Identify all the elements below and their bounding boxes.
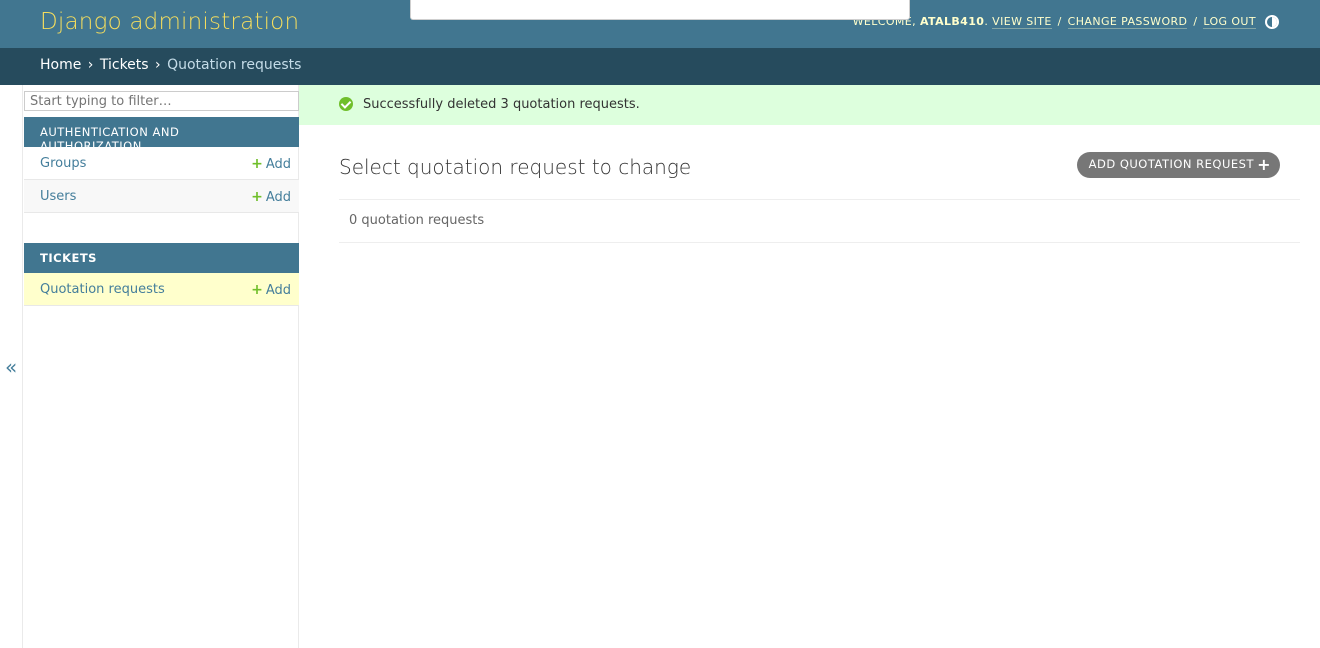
success-message: Successfully deleted 3 quotation request…	[299, 85, 1320, 125]
contrast-icon[interactable]	[1265, 15, 1279, 29]
sidebar-collapse-button[interactable]: «	[5, 355, 17, 379]
sidebar-item-quotation-requests: Quotation requests + Add	[24, 273, 299, 306]
add-quotation-requests-link[interactable]: + Add	[251, 282, 291, 298]
module-caption-tickets[interactable]: TICKETS	[24, 243, 299, 273]
sidebar-item-users: Users + Add	[24, 180, 299, 213]
model-link-users[interactable]: Users	[40, 189, 76, 204]
sidebar-item-groups: Groups + Add	[24, 147, 299, 180]
site-title[interactable]: Django administration	[40, 9, 299, 35]
add-groups-link[interactable]: + Add	[251, 156, 291, 172]
username: ATALB410	[919, 15, 985, 28]
plus-icon: +	[251, 189, 263, 205]
breadcrumb-home[interactable]: Home	[40, 57, 81, 73]
module-caption-auth[interactable]: AUTHENTICATION AND AUTHORIZATION	[24, 117, 299, 153]
page-title: Select quotation request to change	[339, 155, 692, 179]
plus-icon: +	[251, 156, 263, 172]
log-out-link[interactable]: LOG OUT	[1203, 15, 1256, 29]
plus-icon: +	[251, 282, 263, 298]
add-quotation-request-button[interactable]: ADD QUOTATION REQUEST +	[1076, 152, 1280, 178]
overlay-panel	[410, 0, 910, 20]
result-count: 0 quotation requests	[339, 199, 1300, 243]
plus-icon: +	[1257, 155, 1271, 174]
change-password-link[interactable]: CHANGE PASSWORD	[1067, 15, 1188, 29]
add-users-link[interactable]: + Add	[251, 189, 291, 205]
check-circle-icon	[339, 97, 353, 111]
breadcrumb-tickets[interactable]: Tickets	[100, 57, 149, 73]
nav-sidebar: AUTHENTICATION AND AUTHORIZATION Groups …	[22, 85, 299, 648]
nav-filter-input[interactable]	[24, 91, 299, 111]
model-link-quotation-requests[interactable]: Quotation requests	[40, 282, 165, 297]
message-text: Successfully deleted 3 quotation request…	[363, 97, 640, 112]
user-tools: WELCOME, ATALB410. VIEW SITE / CHANGE PA…	[852, 15, 1256, 29]
breadcrumb-current: Quotation requests	[167, 57, 302, 73]
breadcrumb: Home › Tickets › Quotation requests	[0, 48, 1320, 85]
model-link-groups[interactable]: Groups	[40, 156, 86, 171]
view-site-link[interactable]: VIEW SITE	[992, 15, 1052, 29]
